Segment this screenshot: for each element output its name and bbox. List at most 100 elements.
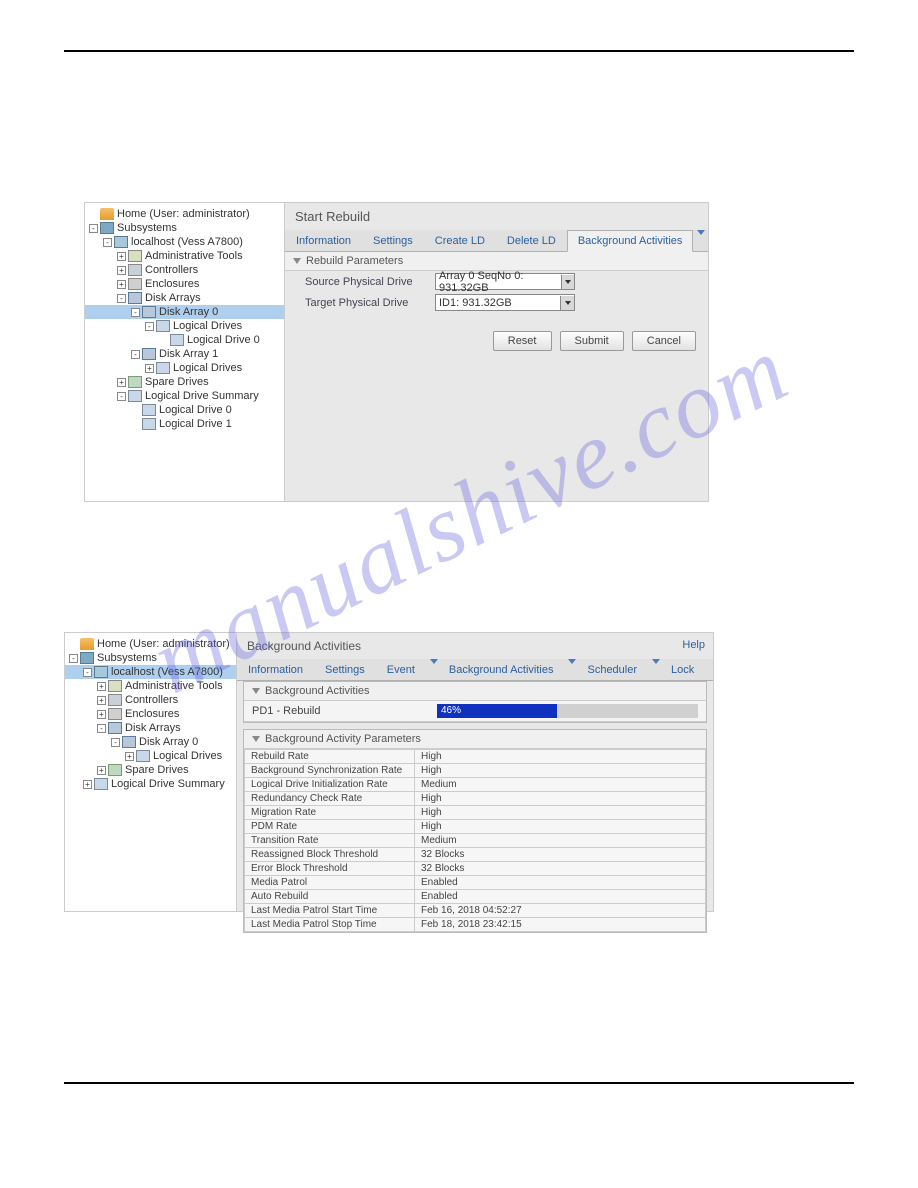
- tab-create-ld[interactable]: Create LD: [424, 230, 496, 251]
- expand-icon[interactable]: -: [89, 224, 98, 233]
- tree-item[interactable]: +Logical Drives: [65, 749, 236, 763]
- tab-settings[interactable]: Settings: [362, 230, 424, 251]
- expand-icon[interactable]: -: [97, 724, 106, 733]
- tree-item[interactable]: -Disk Array 0: [65, 735, 236, 749]
- param-value: Medium: [415, 834, 706, 848]
- expand-icon[interactable]: -: [145, 322, 154, 331]
- tree-item[interactable]: Logical Drive 0: [85, 403, 284, 417]
- tab-delete-ld[interactable]: Delete LD: [496, 230, 567, 251]
- tab-bar: InformationSettingsCreate LDDelete LDBac…: [285, 230, 708, 252]
- expand-icon[interactable]: +: [97, 766, 106, 775]
- tab-dropdown-icon[interactable]: [568, 659, 576, 664]
- tree-item[interactable]: +Logical Drives: [85, 361, 284, 375]
- page-title: Start Rebuild: [285, 203, 708, 230]
- tab-scheduler[interactable]: Scheduler: [576, 659, 648, 680]
- expand-icon[interactable]: +: [125, 752, 134, 761]
- section-title: Rebuild Parameters: [306, 255, 403, 267]
- expand-icon[interactable]: +: [145, 364, 154, 373]
- tree-item[interactable]: - Disk Arrays: [65, 721, 236, 735]
- expand-icon[interactable]: -: [69, 654, 78, 663]
- tab-information[interactable]: Information: [237, 659, 314, 680]
- tree-item-label: Administrative Tools: [145, 250, 243, 262]
- params-container: Background Activity Parameters Rebuild R…: [243, 729, 707, 933]
- expand-icon[interactable]: -: [131, 308, 140, 317]
- tree-item[interactable]: -Subsystems: [85, 221, 284, 235]
- target-drive-label: Target Physical Drive: [305, 297, 435, 309]
- expand-icon[interactable]: +: [97, 710, 106, 719]
- section-header-params[interactable]: Background Activity Parameters: [244, 730, 706, 749]
- expand-icon: [69, 640, 78, 649]
- section-header-rebuild[interactable]: Rebuild Parameters: [285, 252, 708, 271]
- tree-item[interactable]: +Enclosures: [85, 277, 284, 291]
- tab-dropdown-icon[interactable]: [697, 230, 705, 235]
- tree-item[interactable]: Home (User: administrator): [85, 207, 284, 221]
- param-value: Medium: [415, 778, 706, 792]
- source-drive-select[interactable]: Array 0 SeqNo 0: 931.32GB: [435, 273, 575, 290]
- tab-event[interactable]: Event: [376, 659, 426, 680]
- expand-icon[interactable]: -: [117, 294, 126, 303]
- tree-item-label: Disk Arrays: [125, 722, 181, 734]
- expand-icon[interactable]: +: [117, 378, 126, 387]
- tree-item[interactable]: -Subsystems: [65, 651, 236, 665]
- tab-information[interactable]: Information: [285, 230, 362, 251]
- tab-settings[interactable]: Settings: [314, 659, 376, 680]
- tree-item[interactable]: +Spare Drives: [85, 375, 284, 389]
- param-name: Rebuild Rate: [245, 750, 415, 764]
- tab-dropdown-icon[interactable]: [652, 659, 660, 664]
- tab-background-activities[interactable]: Background Activities: [567, 230, 694, 252]
- expand-icon[interactable]: -: [83, 668, 92, 677]
- tab-dropdown-icon[interactable]: [430, 659, 438, 664]
- expand-icon[interactable]: -: [103, 238, 112, 247]
- param-name: Transition Rate: [245, 834, 415, 848]
- tree-item-label: Logical Drive 0: [159, 404, 232, 416]
- cancel-button[interactable]: Cancel: [632, 331, 696, 351]
- tree-item[interactable]: + Controllers: [85, 263, 284, 277]
- expand-icon[interactable]: +: [97, 696, 106, 705]
- tab-background-activities[interactable]: Background Activities: [438, 659, 565, 680]
- tree-item[interactable]: -Disk Array 1: [85, 347, 284, 361]
- enc-icon: [128, 278, 142, 290]
- expand-icon[interactable]: +: [117, 266, 126, 275]
- expand-icon[interactable]: +: [117, 280, 126, 289]
- ctrl-icon: [108, 694, 122, 706]
- param-value: Enabled: [415, 890, 706, 904]
- tree-item[interactable]: + Administrative Tools: [85, 249, 284, 263]
- tree-item[interactable]: -localhost (Vess A7800): [65, 665, 236, 679]
- tree-item[interactable]: -Disk Arrays: [85, 291, 284, 305]
- submit-button[interactable]: Submit: [560, 331, 624, 351]
- section-header-activities[interactable]: Background Activities: [244, 682, 706, 701]
- tree-item-label: Disk Array 0: [159, 306, 218, 318]
- enc-icon: [108, 708, 122, 720]
- tree-item[interactable]: +Administrative Tools: [65, 679, 236, 693]
- tree-item[interactable]: -localhost (Vess A7800): [85, 235, 284, 249]
- expand-icon[interactable]: -: [117, 392, 126, 401]
- tree-item[interactable]: +Enclosures: [65, 707, 236, 721]
- da-icon: [142, 306, 156, 318]
- tab-lock[interactable]: Lock: [660, 659, 705, 680]
- page-bottom-rule: [64, 1082, 854, 1084]
- table-row: Background Synchronization RateHigh: [245, 764, 706, 778]
- target-drive-select[interactable]: ID1: 931.32GB: [435, 294, 575, 311]
- reset-button[interactable]: Reset: [493, 331, 552, 351]
- tree-item-label: Controllers: [145, 264, 198, 276]
- expand-icon[interactable]: +: [97, 682, 106, 691]
- tree-item[interactable]: -Logical Drives: [85, 319, 284, 333]
- param-name: PDM Rate: [245, 820, 415, 834]
- tree-item[interactable]: Home (User: administrator): [65, 637, 236, 651]
- expand-icon[interactable]: +: [83, 780, 92, 789]
- tree-item[interactable]: +Logical Drive Summary: [65, 777, 236, 791]
- tree-item[interactable]: +Spare Drives: [65, 763, 236, 777]
- table-row: Rebuild RateHigh: [245, 750, 706, 764]
- help-link[interactable]: Help: [682, 639, 705, 651]
- tree-item[interactable]: - Logical Drive Summary: [85, 389, 284, 403]
- expand-icon[interactable]: -: [111, 738, 120, 747]
- tree-item[interactable]: - Disk Array 0: [85, 305, 284, 319]
- expand-icon[interactable]: -: [131, 350, 140, 359]
- ld-icon: [136, 750, 150, 762]
- tree-item[interactable]: +Controllers: [65, 693, 236, 707]
- progress-bar: 46%: [437, 704, 698, 718]
- expand-icon[interactable]: +: [117, 252, 126, 261]
- tree-item[interactable]: Logical Drive 1: [85, 417, 284, 431]
- tree-item-label: Logical Drive Summary: [145, 390, 259, 402]
- tree-item[interactable]: Logical Drive 0: [85, 333, 284, 347]
